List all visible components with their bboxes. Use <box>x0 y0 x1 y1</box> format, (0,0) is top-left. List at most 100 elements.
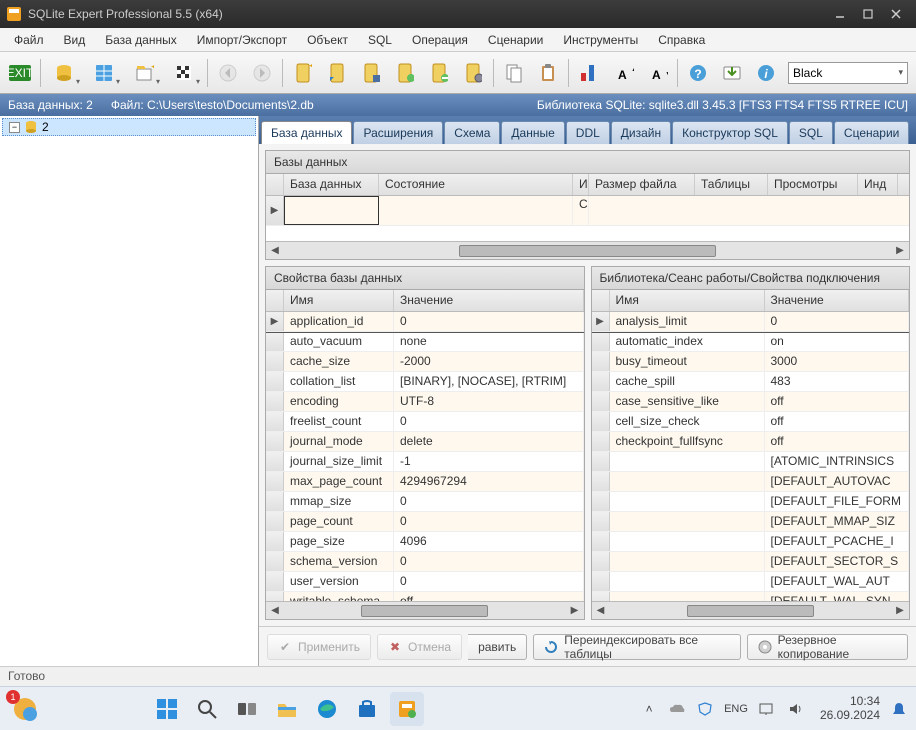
scroll-left-icon[interactable]: ◀ <box>592 605 610 616</box>
language-indicator[interactable]: ENG <box>724 700 748 718</box>
tab[interactable]: Дизайн <box>611 121 671 144</box>
script-settings-button[interactable] <box>457 57 489 89</box>
search-button[interactable] <box>190 692 224 726</box>
script-new-button[interactable]: ✦ <box>287 57 319 89</box>
help-button[interactable]: ? <box>682 57 714 89</box>
col-header-name[interactable]: Имя <box>610 290 765 311</box>
menu-item[interactable]: Вид <box>54 30 96 50</box>
col-header-value[interactable]: Значение <box>765 290 910 311</box>
tab[interactable]: Данные <box>501 121 564 144</box>
chevron-up-icon[interactable]: ˄ <box>640 700 658 718</box>
col-header[interactable]: Имя <box>573 174 589 195</box>
update-button[interactable] <box>716 57 748 89</box>
explorer-button[interactable] <box>270 692 304 726</box>
repair-button-partial[interactable]: равить <box>468 634 527 660</box>
session-grid[interactable]: Имя Значение ▶analysis_limit0automatic_i… <box>592 290 910 601</box>
reindex-button[interactable]: Переиндексировать все таблицы <box>533 634 740 660</box>
table-row[interactable]: cell_size_checkoff <box>592 412 910 432</box>
table-row[interactable]: busy_timeout3000 <box>592 352 910 372</box>
table-row[interactable]: writable_schemaoff <box>266 592 584 601</box>
horizontal-scrollbar[interactable]: ◀▶ <box>592 601 910 619</box>
table-row[interactable]: [ATOMIC_INTRINSICS <box>592 452 910 472</box>
minus-icon[interactable]: − <box>9 122 20 133</box>
menu-item[interactable]: Операция <box>402 30 478 50</box>
tab[interactable]: Расширения <box>353 121 443 144</box>
table-row[interactable]: checkpoint_fullfsyncoff <box>592 432 910 452</box>
menu-item[interactable]: Инструменты <box>553 30 648 50</box>
table-row[interactable]: journal_size_limit-1 <box>266 452 584 472</box>
theme-color-select[interactable]: Black <box>788 62 908 84</box>
cancel-button[interactable]: ✖Отмена <box>377 634 462 660</box>
col-header-value[interactable]: Значение <box>394 290 584 311</box>
script-save-button[interactable] <box>355 57 387 89</box>
next-button[interactable] <box>246 57 278 89</box>
table-row[interactable]: [DEFAULT_WAL_SYN <box>592 592 910 601</box>
col-header[interactable]: Инд <box>858 174 898 195</box>
scroll-right-icon[interactable]: ▶ <box>566 605 584 616</box>
table-row[interactable]: max_page_count4294967294 <box>266 472 584 492</box>
scroll-thumb[interactable] <box>687 605 814 617</box>
database-open-button[interactable] <box>45 57 83 89</box>
col-header[interactable]: Размер файла <box>589 174 695 195</box>
taskbar-clock[interactable]: 10:34 26.09.2024 <box>820 695 880 721</box>
script-open-button[interactable] <box>321 57 353 89</box>
docs-button[interactable] <box>498 57 530 89</box>
defender-icon[interactable] <box>696 700 714 718</box>
scroll-left-icon[interactable]: ◀ <box>266 605 284 616</box>
menu-item[interactable]: Импорт/Экспорт <box>187 30 297 50</box>
table-row[interactable]: automatic_indexon <box>592 332 910 352</box>
table-row[interactable]: schema_version0 <box>266 552 584 572</box>
table-row[interactable]: page_count0 <box>266 512 584 532</box>
table-row[interactable]: case_sensitive_likeoff <box>592 392 910 412</box>
scroll-thumb[interactable] <box>459 245 716 257</box>
apply-button[interactable]: ✔Применить <box>267 634 371 660</box>
table-row[interactable]: page_size4096 <box>266 532 584 552</box>
prev-button[interactable] <box>212 57 244 89</box>
col-header[interactable]: Таблицы <box>695 174 768 195</box>
col-header[interactable]: Просмотры <box>768 174 858 195</box>
tab[interactable]: Схема <box>444 121 500 144</box>
table-row[interactable]: [DEFAULT_PCACHE_I <box>592 532 910 552</box>
volume-icon[interactable] <box>786 700 804 718</box>
scroll-right-icon[interactable]: ▶ <box>891 245 909 256</box>
store-button[interactable] <box>350 692 384 726</box>
minimize-button[interactable] <box>826 4 854 24</box>
start-button[interactable] <box>150 692 184 726</box>
table-row[interactable]: cache_size-2000 <box>266 352 584 372</box>
finish-flag-button[interactable] <box>165 57 203 89</box>
table-button[interactable] <box>85 57 123 89</box>
network-icon[interactable] <box>758 700 776 718</box>
table-row[interactable]: user_version0 <box>266 572 584 592</box>
table-row[interactable]: collation_list[BINARY], [NOCASE], [RTRIM… <box>266 372 584 392</box>
taskview-button[interactable] <box>230 692 264 726</box>
col-header[interactable]: База данных <box>284 174 379 195</box>
table-row[interactable]: [DEFAULT_MMAP_SIZ <box>592 512 910 532</box>
tab[interactable]: SQL <box>789 121 833 144</box>
menu-item[interactable]: Объект <box>297 30 358 50</box>
menu-item[interactable]: Файл <box>4 30 54 50</box>
close-button[interactable] <box>882 4 910 24</box>
col-header[interactable]: Состояние <box>379 174 573 195</box>
menu-item[interactable]: Справка <box>648 30 715 50</box>
font-increase-button[interactable]: A▲ <box>607 57 639 89</box>
horizontal-scrollbar[interactable]: ◀▶ <box>266 241 909 259</box>
table-row[interactable]: mmap_size0 <box>266 492 584 512</box>
col-header-name[interactable]: Имя <box>284 290 394 311</box>
tab[interactable]: Конструктор SQL <box>672 121 788 144</box>
table-row[interactable]: [DEFAULT_WAL_AUT <box>592 572 910 592</box>
script-delete-button[interactable] <box>423 57 455 89</box>
notifications-icon[interactable] <box>890 700 908 718</box>
properties-grid[interactable]: Имя Значение ▶application_id0auto_vacuum… <box>266 290 584 601</box>
exit-button[interactable]: EXIT <box>4 57 36 89</box>
menu-item[interactable]: Сценарии <box>478 30 553 50</box>
paste-button[interactable] <box>532 57 564 89</box>
maximize-button[interactable] <box>854 4 882 24</box>
tab[interactable]: База данных <box>261 121 352 144</box>
info-button[interactable]: i <box>750 57 782 89</box>
tab[interactable]: Сценарии <box>834 121 909 144</box>
app-taskbar-button[interactable] <box>390 692 424 726</box>
script-edit-button[interactable] <box>389 57 421 89</box>
font-decrease-button[interactable]: A▼ <box>641 57 673 89</box>
table-row[interactable]: freelist_count0 <box>266 412 584 432</box>
table-row[interactable]: ▶ C:\U <box>266 196 909 226</box>
